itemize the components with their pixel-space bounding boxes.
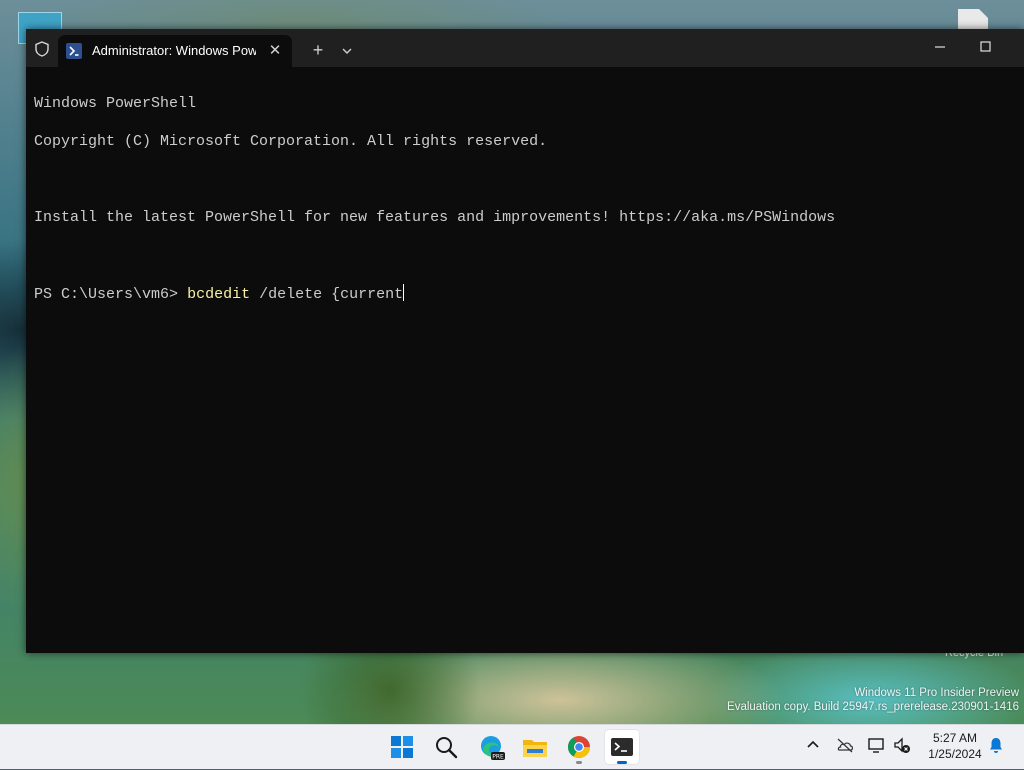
- console-line-copyright: Copyright (C) Microsoft Corporation. All…: [34, 133, 548, 150]
- file-explorer-button[interactable]: [517, 729, 553, 765]
- prompt-arrow: >: [169, 286, 179, 303]
- clock-date: 1/25/2024: [928, 747, 982, 761]
- console-prompt-line[interactable]: PS C:\Users\vm6> bcdedit /delete {curren…: [34, 284, 1014, 303]
- tab-powershell[interactable]: Administrator: Windows PowerShell ✕: [58, 35, 292, 67]
- chevron-down-icon[interactable]: [336, 41, 358, 61]
- watermark-edition: Windows 11 Pro Insider Preview: [854, 687, 1019, 699]
- command-args: /delete {current: [250, 286, 404, 303]
- edge-button[interactable]: PRE: [473, 729, 509, 765]
- command-name: bcdedit: [187, 286, 251, 303]
- start-icon: [391, 736, 413, 758]
- tab-title: Administrator: Windows PowerShell: [92, 43, 256, 58]
- start-button[interactable]: [384, 729, 420, 765]
- text-cursor: [403, 284, 405, 301]
- new-tab-button[interactable]: +: [306, 39, 330, 61]
- console-line-upgrade-notice: Install the latest PowerShell for new fe…: [34, 209, 836, 226]
- terminal-window: Administrator: Windows PowerShell ✕ + Wi…: [26, 29, 1024, 653]
- chrome-running-indicator: [576, 761, 582, 764]
- prompt-path: PS C:\Users\vm6: [34, 286, 170, 303]
- volume-muted-icon[interactable]: [892, 735, 912, 755]
- console-line-header: Windows PowerShell: [34, 95, 197, 112]
- maximize-icon[interactable]: [972, 37, 1000, 57]
- chrome-button[interactable]: [561, 729, 597, 765]
- system-clock[interactable]: 5:27 AM 1/25/2024: [920, 730, 990, 762]
- chevron-up-icon[interactable]: [803, 735, 823, 755]
- tab-close-button[interactable]: ✕: [264, 40, 286, 62]
- windows-watermark: Windows 11 Pro Insider Preview Evaluatio…: [727, 686, 1019, 714]
- console-output[interactable]: Windows PowerShell Copyright (C) Microso…: [34, 75, 1014, 645]
- terminal-icon: [611, 738, 633, 756]
- onedrive-icon[interactable]: [835, 735, 855, 755]
- search-button[interactable]: [428, 729, 464, 765]
- edge-icon: PRE: [481, 736, 505, 761]
- notifications-icon[interactable]: [986, 735, 1006, 755]
- minimize-icon[interactable]: [926, 37, 954, 57]
- file-explorer-icon: [523, 740, 547, 757]
- powershell-icon: [66, 43, 82, 59]
- taskbar: PRE 5:27 AM 1/25/2024: [0, 724, 1024, 769]
- terminal-active-indicator: [617, 761, 627, 764]
- title-bar[interactable]: Administrator: Windows PowerShell ✕ +: [26, 29, 1024, 67]
- watermark-build: Evaluation copy. Build 25947.rs_prerelea…: [727, 701, 1019, 713]
- chrome-icon: [568, 736, 590, 758]
- clock-time: 5:27 AM: [932, 731, 978, 745]
- shield-icon: [35, 41, 49, 57]
- edge-badge: PRE: [492, 754, 504, 761]
- terminal-button[interactable]: [604, 729, 640, 765]
- display-icon[interactable]: [867, 735, 887, 755]
- search-icon: [436, 737, 458, 759]
